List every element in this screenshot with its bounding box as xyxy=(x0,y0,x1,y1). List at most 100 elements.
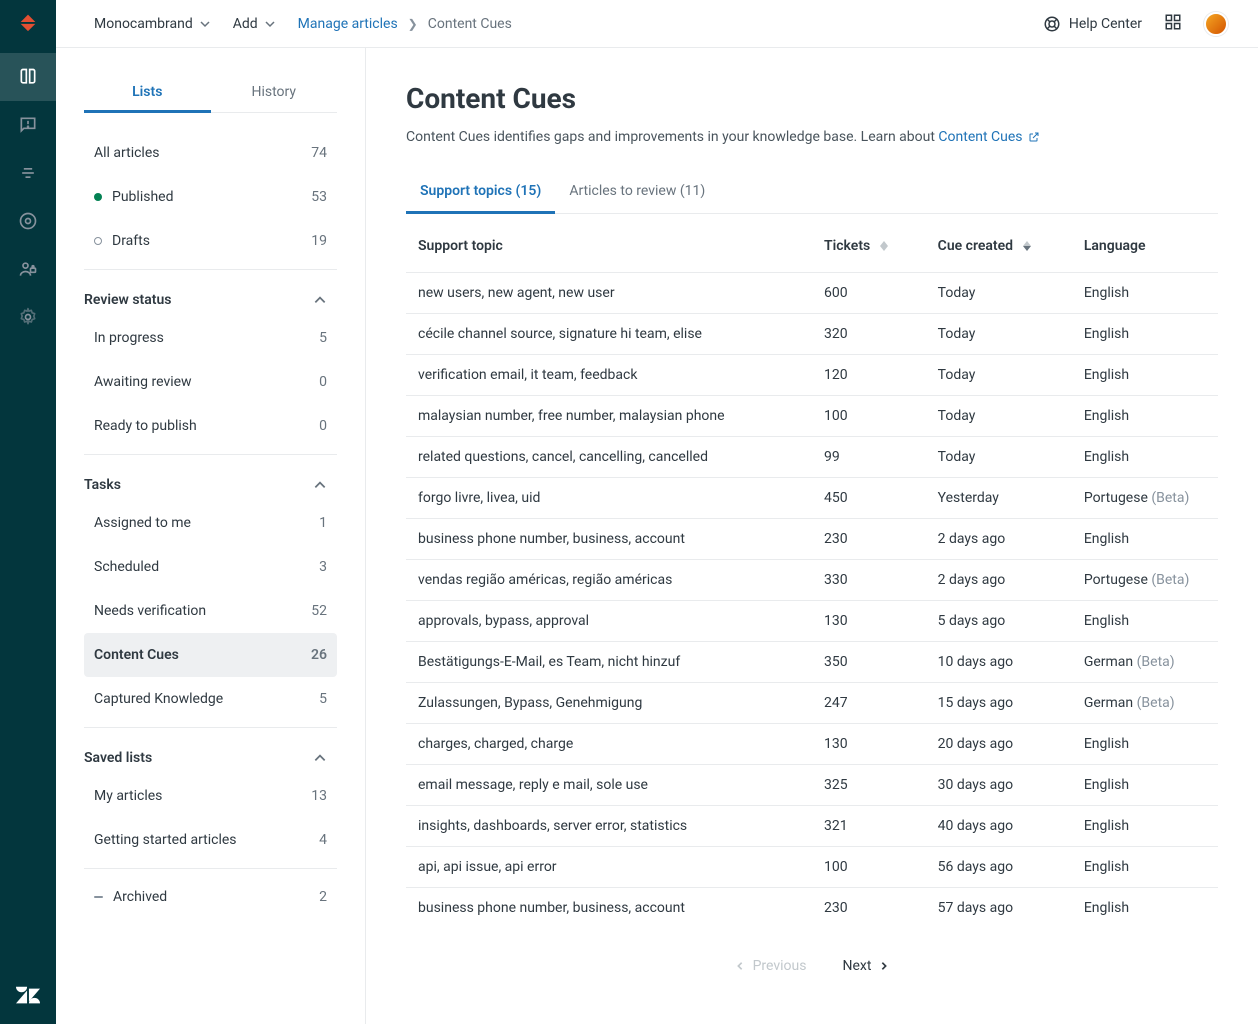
list-item[interactable]: My articles13 xyxy=(84,774,337,818)
cell: business phone number, business, account xyxy=(406,888,812,929)
list-item[interactable]: Awaiting review0 xyxy=(84,360,337,404)
chevron-right-icon: ❯ xyxy=(408,17,418,31)
cell: English xyxy=(1072,847,1218,888)
table-row[interactable]: email message, reply e mail, sole use325… xyxy=(406,765,1218,806)
nav-arrange-icon[interactable] xyxy=(0,149,56,197)
table-row[interactable]: verification email, it team, feedback120… xyxy=(406,355,1218,396)
cell: German (Beta) xyxy=(1072,683,1218,724)
list-item-archived[interactable]: Archived 2 xyxy=(84,875,337,919)
chevron-left-icon xyxy=(735,961,745,971)
tab-history[interactable]: History xyxy=(211,74,338,112)
divider xyxy=(84,727,337,728)
table-row[interactable]: api, api issue, api error10056 days agoE… xyxy=(406,847,1218,888)
breadcrumb-link[interactable]: Manage articles xyxy=(298,16,398,32)
cell: vendas região américas, região américas xyxy=(406,560,812,601)
table-row[interactable]: Bestätigungs-E-Mail, es Team, nicht hinz… xyxy=(406,642,1218,683)
cell: charges, charged, charge xyxy=(406,724,812,765)
list-item[interactable]: Assigned to me1 xyxy=(84,501,337,545)
table-row[interactable]: approvals, bypass, approval1305 days ago… xyxy=(406,601,1218,642)
list-item-label: All articles xyxy=(94,145,159,161)
table-row[interactable]: Zulassungen, Bypass, Genehmigung24715 da… xyxy=(406,683,1218,724)
list-item[interactable]: Content Cues26 xyxy=(84,633,337,677)
list-item[interactable]: Captured Knowledge5 xyxy=(84,677,337,721)
cell: 450 xyxy=(812,478,926,519)
th-support-topic[interactable]: Support topic xyxy=(406,220,812,273)
cell: insights, dashboards, server error, stat… xyxy=(406,806,812,847)
add-dropdown[interactable]: Add xyxy=(233,16,276,32)
table-row[interactable]: new users, new agent, new user600TodayEn… xyxy=(406,273,1218,314)
table-row[interactable]: cécile channel source, signature hi team… xyxy=(406,314,1218,355)
list-item-count: 52 xyxy=(311,603,327,619)
section-saved-lists[interactable]: Saved lists xyxy=(84,734,337,774)
cell: 320 xyxy=(812,314,926,355)
cell: 350 xyxy=(812,642,926,683)
cell: 100 xyxy=(812,396,926,437)
sort-icon xyxy=(1023,241,1031,251)
tab-support-topics[interactable]: Support topics (15) xyxy=(406,171,555,214)
help-center-link[interactable]: Help Center xyxy=(1043,15,1142,33)
list-item[interactable]: All articles 74 xyxy=(84,131,337,175)
list-item-count: 26 xyxy=(311,647,327,663)
table-row[interactable]: business phone number, business, account… xyxy=(406,519,1218,560)
cell: 230 xyxy=(812,519,926,560)
cell: verification email, it team, feedback xyxy=(406,355,812,396)
cell: English xyxy=(1072,355,1218,396)
cell: forgo livre, livea, uid xyxy=(406,478,812,519)
table-row[interactable]: vendas região américas, região américas3… xyxy=(406,560,1218,601)
cell: 15 days ago xyxy=(926,683,1072,724)
list-item-label: Awaiting review xyxy=(94,374,192,390)
nav-customize-icon[interactable] xyxy=(0,197,56,245)
nav-permissions-icon[interactable] xyxy=(0,245,56,293)
add-label: Add xyxy=(233,16,258,32)
table-row[interactable]: malaysian number, free number, malaysian… xyxy=(406,396,1218,437)
table-row[interactable]: related questions, cancel, cancelling, c… xyxy=(406,437,1218,478)
workspace-dropdown[interactable]: Monocambrand xyxy=(94,16,211,32)
cell: English xyxy=(1072,396,1218,437)
list-item[interactable]: Needs verification52 xyxy=(84,589,337,633)
list-item-count: 53 xyxy=(311,189,327,205)
list-item[interactable]: Getting started articles4 xyxy=(84,818,337,862)
table-row[interactable]: forgo livre, livea, uid450YesterdayPortu… xyxy=(406,478,1218,519)
product-logo-icon[interactable] xyxy=(15,9,41,35)
nav-knowledge-icon[interactable] xyxy=(0,53,56,101)
tab-articles-to-review[interactable]: Articles to review (11) xyxy=(555,171,719,213)
cell: new users, new agent, new user xyxy=(406,273,812,314)
cues-table: Support topic Tickets Cue created xyxy=(406,220,1218,928)
list-item[interactable]: Ready to publish0 xyxy=(84,404,337,448)
cell: 321 xyxy=(812,806,926,847)
next-button[interactable]: Next xyxy=(842,958,889,974)
list-item[interactable]: Drafts19 xyxy=(84,219,337,263)
th-cue-created[interactable]: Cue created xyxy=(926,220,1072,273)
table-row[interactable]: insights, dashboards, server error, stat… xyxy=(406,806,1218,847)
section-review-status[interactable]: Review status xyxy=(84,276,337,316)
section-header-label: Saved lists xyxy=(84,750,152,766)
list-item[interactable]: Scheduled3 xyxy=(84,545,337,589)
subtitle-link[interactable]: Content Cues xyxy=(938,129,1039,145)
nav-moderation-icon[interactable] xyxy=(0,101,56,149)
cell: 600 xyxy=(812,273,926,314)
list-item-count: 74 xyxy=(311,145,327,161)
th-tickets[interactable]: Tickets xyxy=(812,220,926,273)
list-item[interactable]: Published53 xyxy=(84,175,337,219)
cell: 10 days ago xyxy=(926,642,1072,683)
cell: 20 days ago xyxy=(926,724,1072,765)
apps-grid-icon[interactable] xyxy=(1164,13,1182,35)
section-tasks[interactable]: Tasks xyxy=(84,461,337,501)
cell: Today xyxy=(926,314,1072,355)
side-tabs: Lists History xyxy=(84,74,337,113)
workspace-name: Monocambrand xyxy=(94,16,193,32)
nav-settings-icon[interactable] xyxy=(0,293,56,341)
list-item-label: Ready to publish xyxy=(94,418,197,434)
tab-lists[interactable]: Lists xyxy=(84,74,211,113)
cell: 2 days ago xyxy=(926,519,1072,560)
divider xyxy=(84,269,337,270)
cell: English xyxy=(1072,806,1218,847)
lifesaver-icon xyxy=(1043,15,1061,33)
chevron-down-icon xyxy=(264,18,276,30)
list-item[interactable]: In progress5 xyxy=(84,316,337,360)
th-language[interactable]: Language xyxy=(1072,220,1218,273)
table-row[interactable]: business phone number, business, account… xyxy=(406,888,1218,929)
table-row[interactable]: charges, charged, charge13020 days agoEn… xyxy=(406,724,1218,765)
avatar[interactable] xyxy=(1204,12,1228,36)
list-item-label: Drafts xyxy=(112,233,150,249)
